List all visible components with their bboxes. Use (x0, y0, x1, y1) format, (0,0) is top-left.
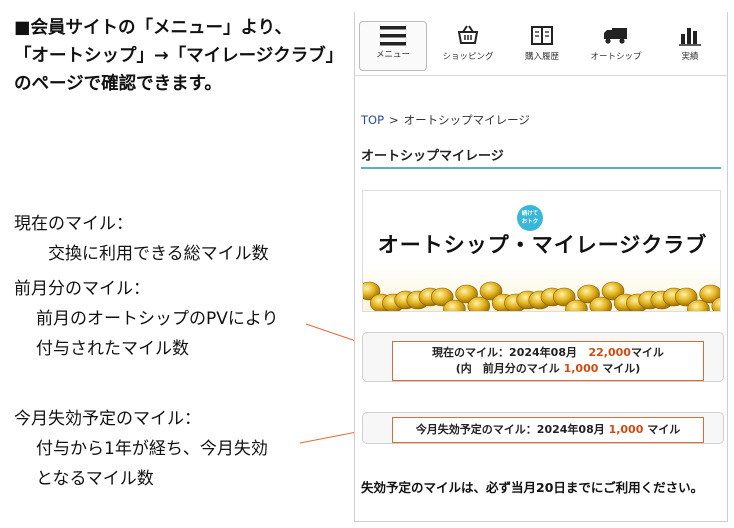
nav-autoship-label: オートシップ (590, 52, 642, 62)
badge-line-1: 続けて (521, 211, 539, 217)
badge-icon: 続けて おトク (517, 205, 543, 231)
nav-menu-label: メニュー (375, 50, 410, 60)
current-miles-line: 現在のマイル：2024年08月 22,000マイル (393, 345, 703, 361)
current-miles-label: 現在のマイル：2024年08月 (432, 346, 577, 359)
badge-line-2: おトク (521, 219, 539, 225)
prev-miles-label: (内 前月分のマイル (455, 362, 560, 375)
breadcrumb-separator: > (389, 113, 399, 127)
current-miles-highlight: 現在のマイル：2024年08月 22,000マイル (内 前月分のマイル 1,0… (392, 341, 704, 381)
nav-results-label: 実績 (681, 52, 699, 62)
expire-miles-unit: マイル (647, 423, 681, 436)
book-icon (507, 22, 577, 48)
truck-icon (581, 22, 651, 48)
expire-miles-highlight: 今月失効予定のマイル：2024年08月 1,000 マイル (392, 417, 704, 443)
nav-autoship[interactable]: オートシップ (581, 22, 651, 70)
expire-notice: 失効予定のマイルは、必ず当月20日までにご利用ください。 (361, 480, 704, 495)
expire-miles-value: 1,000 (608, 423, 644, 436)
banner-title: オートシップ・マイレージクラブ (377, 233, 708, 257)
current-miles-panel: 現在のマイル：2024年08月 22,000マイル (内 前月分のマイル 1,0… (362, 332, 724, 382)
prev-miles-line: (内 前月分のマイル 1,000 マイル) (393, 361, 703, 377)
breadcrumb: TOP > オートシップマイレージ (361, 112, 530, 128)
basket-icon (433, 22, 503, 48)
nav-shopping[interactable]: ショッピング (433, 22, 503, 70)
nav-history-label: 購入履歴 (524, 52, 559, 62)
breadcrumb-current: オートシップマイレージ (403, 113, 530, 127)
current-miles-value: 22,000 (588, 346, 631, 359)
page-title: オートシップマイレージ (361, 145, 721, 169)
breadcrumb-top-link[interactable]: TOP (361, 113, 384, 127)
gold-coins-image (363, 281, 720, 311)
expire-miles-panel: 今月失効予定のマイル：2024年08月 1,000 マイル (362, 412, 724, 444)
nav-shopping-label: ショッピング (442, 52, 494, 62)
nav-history[interactable]: 購入履歴 (507, 22, 577, 70)
current-miles-unit: マイル (630, 346, 664, 359)
mobile-page: メニュー ショッピング 購入履歴 オートシップ 実績 TOP > オートシップマ… (354, 12, 728, 522)
top-nav: メニュー ショッピング 購入履歴 オートシップ 実績 (355, 12, 727, 76)
nav-menu-button[interactable]: メニュー (359, 21, 427, 71)
prev-miles-unit: マイル) (602, 362, 641, 375)
nav-results[interactable]: 実績 (655, 22, 725, 70)
bar-chart-icon (655, 22, 725, 48)
hamburger-icon (360, 22, 426, 48)
expire-miles-label: 今月失効予定のマイル：2024年08月 (415, 423, 605, 436)
prev-miles-value: 1,000 (563, 362, 599, 375)
mileage-club-banner: 続けて おトク オートシップ・マイレージクラブ (362, 190, 721, 312)
